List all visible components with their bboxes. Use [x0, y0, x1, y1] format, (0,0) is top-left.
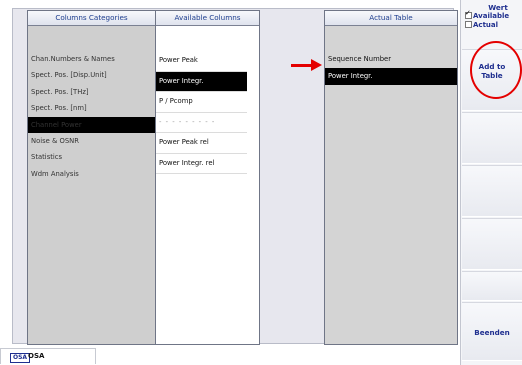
available-item-power-peak-rel[interactable]: Power Peak rel: [156, 133, 247, 154]
category-item-channel-power[interactable]: Channel Power: [28, 116, 155, 133]
columns-categories-panel: Columns Categories Chan.Numbers & Names …: [27, 10, 156, 345]
category-item-wdm-analysis[interactable]: Wdm Analysis: [28, 166, 155, 182]
available-item-separator: - - - - - - - - -: [156, 113, 247, 133]
available-columns-panel: Available Columns Power Peak Power Integ…: [155, 10, 260, 345]
category-item-spect-pos-nm[interactable]: Spect. Pos. [nm]: [28, 100, 155, 116]
available-item-p-pcomp[interactable]: P / Pcomp: [156, 92, 247, 113]
softkey-blank-4[interactable]: [462, 271, 522, 301]
osa-tab[interactable]: OSA OSA: [0, 348, 96, 364]
category-item-noise-osnr[interactable]: Noise & OSNR: [28, 133, 155, 149]
checkbox-empty-icon[interactable]: [465, 20, 472, 28]
available-option-label: Available: [473, 12, 510, 20]
softkey-blank-3[interactable]: [462, 218, 522, 270]
wert-group: Wert Available Actual: [465, 3, 521, 30]
category-item-statistics[interactable]: Statistics: [28, 149, 155, 165]
annotation-arrow-icon: [311, 59, 322, 71]
available-columns-header: Available Columns: [156, 11, 259, 26]
category-item-spect-pos-disp[interactable]: Spect. Pos. [Disp.Unit]: [28, 67, 155, 83]
annotation-highlight-circle: [470, 41, 522, 99]
actual-table-panel: Actual Table Sequence Number Power Integ…: [324, 10, 458, 345]
category-item-chan-numbers[interactable]: Chan.Numbers & Names: [28, 51, 155, 67]
available-item-power-peak[interactable]: Power Peak: [156, 51, 247, 72]
actual-option-label: Actual: [473, 21, 499, 29]
available-option[interactable]: Available: [465, 9, 521, 21]
annotation-arrow-shaft: [291, 64, 312, 67]
columns-categories-header: Columns Categories: [28, 11, 155, 26]
available-item-power-integr[interactable]: Power Integr.: [156, 71, 247, 92]
actual-table-header: Actual Table: [325, 11, 457, 26]
actual-item-power-integr[interactable]: Power Integr.: [325, 68, 457, 85]
category-item-spect-pos-thz[interactable]: Spect. Pos. [THz]: [28, 84, 155, 100]
status-bar: OSA OSA: [0, 347, 460, 365]
actual-item-sequence-number[interactable]: Sequence Number: [325, 51, 457, 68]
wert-title: Wert: [488, 3, 508, 12]
available-item-power-integr-rel[interactable]: Power Integr. rel: [156, 154, 247, 174]
osa-tab-label: OSA: [28, 352, 45, 360]
checkbox-checked-icon[interactable]: [465, 9, 472, 19]
softkey-blank-1[interactable]: [462, 112, 522, 164]
softkey-blank-2[interactable]: [462, 165, 522, 217]
actual-option[interactable]: Actual: [465, 20, 521, 30]
exit-button[interactable]: Beenden: [462, 302, 522, 361]
